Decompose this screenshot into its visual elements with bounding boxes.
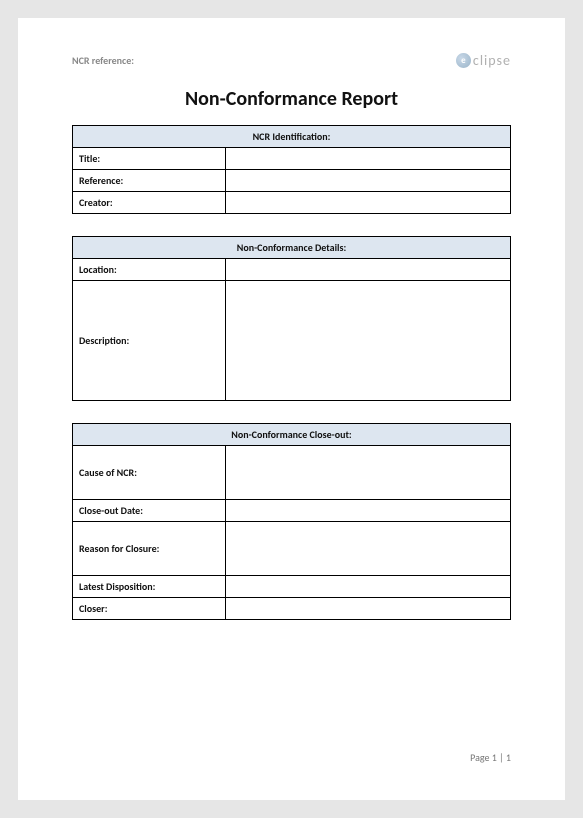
field-value-disposition bbox=[226, 576, 511, 598]
logo: e clipse bbox=[456, 52, 511, 69]
field-value-description bbox=[226, 281, 511, 401]
logo-text: clipse bbox=[473, 52, 511, 69]
field-label-creator: Creator: bbox=[73, 192, 226, 214]
field-label-reason: Reason for Closure: bbox=[73, 522, 226, 576]
field-label-cause: Cause of NCR: bbox=[73, 446, 226, 500]
ncr-reference-label: NCR reference: bbox=[72, 54, 134, 67]
identification-heading: NCR Identification: bbox=[73, 126, 511, 148]
page-title: Non-Conformance Report bbox=[72, 87, 511, 111]
field-label-closeout-date: Close-out Date: bbox=[73, 500, 226, 522]
field-label-closer: Closer: bbox=[73, 598, 226, 620]
field-value-reference bbox=[226, 170, 511, 192]
field-value-closer bbox=[226, 598, 511, 620]
table-row: Description: bbox=[73, 281, 511, 401]
table-row: Reason for Closure: bbox=[73, 522, 511, 576]
identification-table: NCR Identification: Title: Reference: Cr… bbox=[72, 125, 511, 214]
page-footer: Page 1 | 1 bbox=[470, 751, 511, 764]
table-row: Creator: bbox=[73, 192, 511, 214]
field-value-creator bbox=[226, 192, 511, 214]
table-row: Cause of NCR: bbox=[73, 446, 511, 500]
field-value-location bbox=[226, 259, 511, 281]
document-page: NCR reference: e clipse Non-Conformance … bbox=[18, 18, 565, 800]
field-label-location: Location: bbox=[73, 259, 226, 281]
table-row: Closer: bbox=[73, 598, 511, 620]
closeout-heading: Non-Conformance Close-out: bbox=[73, 424, 511, 446]
field-value-reason bbox=[226, 522, 511, 576]
field-value-title bbox=[226, 148, 511, 170]
table-row: Reference: bbox=[73, 170, 511, 192]
field-label-reference: Reference: bbox=[73, 170, 226, 192]
table-row: Latest Disposition: bbox=[73, 576, 511, 598]
field-label-description: Description: bbox=[73, 281, 226, 401]
header-row: NCR reference: e clipse bbox=[72, 52, 511, 69]
logo-icon: e bbox=[456, 53, 471, 68]
table-row: Title: bbox=[73, 148, 511, 170]
table-row: Close-out Date: bbox=[73, 500, 511, 522]
field-value-closeout-date bbox=[226, 500, 511, 522]
closeout-table: Non-Conformance Close-out: Cause of NCR:… bbox=[72, 423, 511, 620]
field-label-title: Title: bbox=[73, 148, 226, 170]
details-heading: Non-Conformance Details: bbox=[73, 237, 511, 259]
table-row: Location: bbox=[73, 259, 511, 281]
field-value-cause bbox=[226, 446, 511, 500]
details-table: Non-Conformance Details: Location: Descr… bbox=[72, 236, 511, 401]
field-label-disposition: Latest Disposition: bbox=[73, 576, 226, 598]
